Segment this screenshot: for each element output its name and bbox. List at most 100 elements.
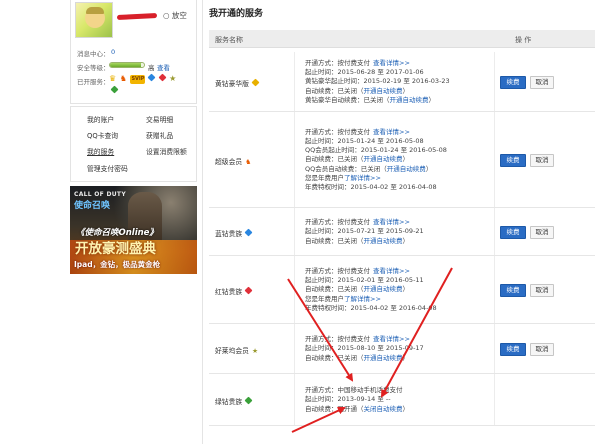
detail-link[interactable]: 开通自动续费 [390,96,429,104]
detail-value: 2015-06-28 至 2017-01-06 [337,68,424,77]
avatar[interactable] [75,2,113,38]
page-title: 我开通的服务 [209,9,264,19]
renew-button[interactable]: 续费 [500,226,526,239]
star-icon: ★ [251,347,259,355]
detail-label: 起止时间： [305,227,338,236]
renew-button[interactable]: 续费 [500,154,526,167]
menu-transactions[interactable]: 交易明细 [146,114,173,124]
menu-my-account[interactable]: 我的账户 [87,114,114,124]
detail-link[interactable]: 查看详情>> [373,59,410,67]
cancel-button[interactable]: 取消 [530,76,554,89]
detail-label: 您是年费用户 [305,173,344,182]
service-name: 绿钻贵族 [215,396,253,406]
menu-my-services[interactable]: 我的服务 [87,146,114,156]
detail-line: 开通方式：按付费支付 查看详情>> [305,267,437,276]
yellow-vip-icon[interactable]: ♛ [109,74,116,83]
detail-link[interactable]: 了解详情>> [344,295,381,303]
detail-label: 您是年费用户 [305,294,344,303]
svip-badge-icon[interactable]: SVIP [130,75,146,84]
detail-link[interactable]: 开通自动续费 [364,87,403,95]
service-name: 红钻贵族 [215,286,253,296]
detail-tail: ） [402,155,410,164]
detail-line: 您是年费用户了解详情>> [305,174,447,183]
red-diamond-icon[interactable] [158,73,166,82]
detail-label: 起止时间： [305,395,338,404]
detail-link[interactable]: 关闭自动续费 [364,405,403,413]
service-name: 超级会员 ♞ [215,156,251,166]
banner-logo-cn: 使命召唤 [74,201,111,211]
cancel-button[interactable]: 取消 [530,154,554,167]
renew-button[interactable]: 续费 [500,343,526,356]
game-ad-banner[interactable]: CALL OF DUTY 使命召唤 《使命召唤Online》 开放豪测盛典 Ip… [70,186,197,274]
services-panel: 我开通的服务 服务名称 操 作 黄钻豪华版 开通方式：按付费支付 查看详情>> 起止时… [202,0,600,444]
green-diamond-icon[interactable] [110,85,119,94]
security-level-fill [110,63,142,67]
detail-label: 开通方式： [305,127,338,136]
detail-label: 黄钻豪华起止时间： [305,77,364,86]
detail-tail: ） [402,285,410,294]
security-level-label: 安全等级： [77,64,110,72]
menu-qq-card[interactable]: QQ卡查询 [87,130,118,140]
detail-link[interactable]: 开通自动续费 [364,285,403,293]
green-diamond-icon [244,396,253,406]
message-count[interactable]: 0 [111,48,115,56]
detail-line: 开通方式：中国移动手机话费支付 [305,386,409,395]
detail-value: 按付费支付 [337,59,371,67]
detail-label: 开通方式： [305,218,338,227]
detail-link[interactable]: 开通自动续费 [364,354,403,362]
menu-gifts[interactable]: 获赠礼品 [146,130,173,140]
detail-link[interactable]: 了解详情>> [344,174,381,182]
detail-label: 自动续费： [305,236,338,245]
detail-line: 自动续费：已关闭（开通自动续费） [305,354,424,363]
service-name: 蓝钻贵族 [215,228,253,238]
detail-label: 自动续费： [305,155,338,164]
detail-label: 年费特权时间： [305,303,351,312]
service-row: 好莱坞会员 ★ 开通方式：按付费支付 查看详情>> 起止时间：2015-08-10 至 … [209,324,595,374]
detail-line: 自动续费：已关闭（开通自动续费） [305,285,437,294]
renew-button[interactable]: 续费 [500,284,526,297]
service-row: 黄钻豪华版 开通方式：按付费支付 查看详情>> 起止时间：2015-06-28 至 2… [209,52,595,112]
detail-link[interactable]: 查看详情>> [373,128,410,136]
detail-label: 开通方式： [305,386,338,395]
service-row: 红钻贵族 开通方式：按付费支付 查看详情>> 起止时间：2015-02-01 至 20… [209,256,595,324]
star-icon[interactable]: ★ [169,74,176,83]
cancel-button[interactable]: 取消 [530,226,554,239]
service-details: 开通方式：中国移动手机话费支付 起止时间：2013-09-14 至 -- 自动续费：… [305,386,409,414]
service-details: 开通方式：按付费支付 查看详情>> 起止时间：2015-02-01 至 2016-0… [305,267,437,313]
cancel-button[interactable]: 取消 [530,284,554,297]
security-view-link[interactable]: 查看 [157,62,170,72]
detail-link[interactable]: 开通自动续费 [387,165,426,173]
detail-label: 开通方式： [305,59,338,67]
service-name: 好莱坞会员 ★ [215,345,258,355]
service-details: 开通方式：按付费支付 查看详情>> 起止时间：2015-06-28 至 2017-0… [305,59,450,105]
detail-link[interactable]: 查看详情>> [373,218,410,226]
detail-line: QQ会员自动续费：已关闭（开通自动续费） [305,165,447,174]
security-level-text: 高 [148,64,155,72]
service-row: 超级会员 ♞ 开通方式：按付费支付 查看详情>> 起止时间：2015-01-24 至 2… [209,112,595,208]
col-action: 操 作 [515,36,532,44]
detail-label: 自动续费： [305,353,338,362]
detail-link[interactable]: 查看详情>> [373,335,410,343]
blue-diamond-icon [244,228,253,238]
detail-tail: ） [425,164,433,173]
detail-label: 黄钻豪华自动续费： [305,95,364,104]
detail-value: 按付费支付 [337,267,371,275]
cancel-button[interactable]: 取消 [530,343,554,356]
detail-line: 起止时间：2015-01-24 至 2016-05-08 [305,137,447,146]
detail-line: 起止时间：2015-07-21 至 2015-09-21 [305,227,424,236]
detail-line: 自动续费：已关闭（开通自动续费） [305,237,424,246]
blue-diamond-icon[interactable] [147,73,156,82]
menu-pay-password[interactable]: 管理支付密码 [87,163,128,173]
menu-spend-limit[interactable]: 设置消费限额 [146,146,187,156]
detail-link[interactable]: 查看详情>> [373,267,410,275]
service-name-text: 超级会员 [215,158,243,166]
service-icons: ♛ ♞ SVIP ★ [109,73,177,84]
renew-button[interactable]: 续费 [500,76,526,89]
penguin-icon[interactable]: ♞ [120,74,127,83]
detail-line: 自动续费：已关闭（开通自动续费） [305,155,447,164]
detail-link[interactable]: 开通自动续费 [364,155,403,163]
detail-link[interactable]: 开通自动续费 [364,237,403,245]
detail-label: 年费特权时间： [305,183,351,192]
banner-logo: CALL OF DUTY [74,191,126,198]
services-label: 已开服务： [77,78,110,86]
